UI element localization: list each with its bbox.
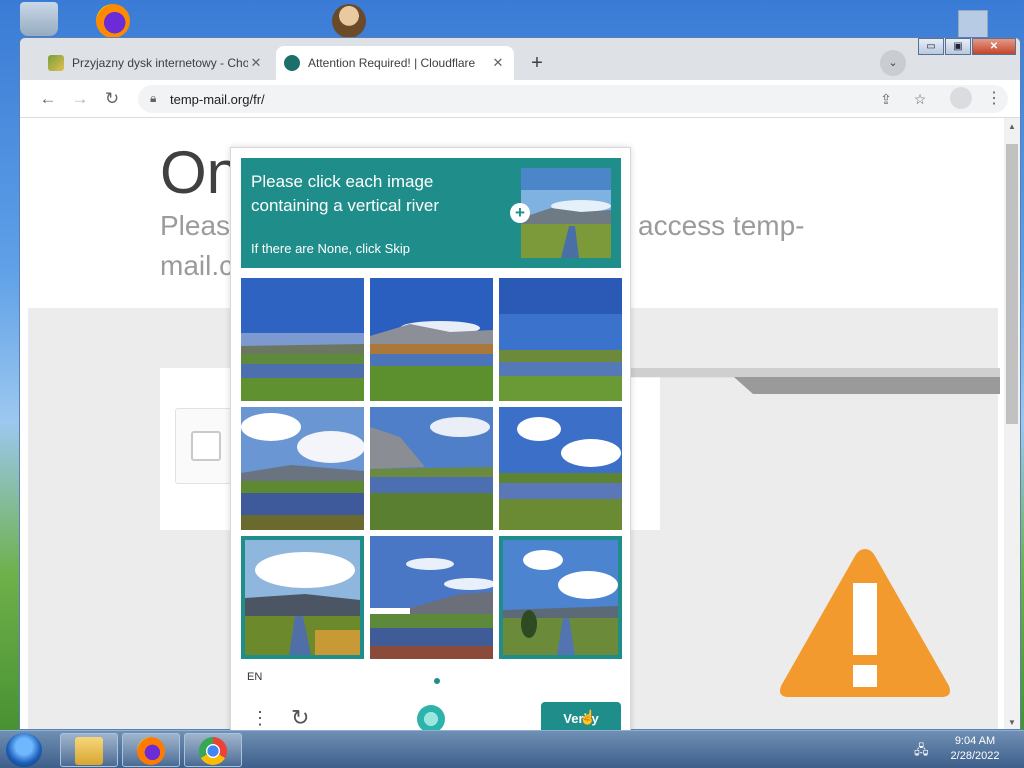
taskbar-chrome[interactable] — [184, 733, 242, 767]
user-desktop-icon[interactable] — [332, 4, 366, 38]
image-grid — [241, 278, 622, 659]
tab-attention-required[interactable]: Attention Required! | Cloudflare ✕ — [276, 46, 514, 80]
share-icon[interactable]: ⇪ — [876, 89, 896, 109]
site-favicon-icon — [48, 55, 64, 71]
folder-icon — [75, 737, 103, 765]
image-tile-5[interactable] — [370, 407, 493, 530]
tab-close-icon[interactable]: ✕ — [248, 55, 264, 71]
subtitle-right: access temp- — [638, 210, 805, 241]
hcaptcha-challenge: Please click each image containing a ver… — [230, 147, 631, 737]
image-tile-1[interactable] — [241, 278, 364, 401]
scroll-down-arrow-icon[interactable]: ▼ — [1007, 718, 1017, 727]
taskbar: 🖧︎ 9:04 AM 2/28/2022 — [0, 730, 1024, 768]
hcaptcha-checkbox-widget[interactable] — [175, 408, 235, 484]
network-tray-icon[interactable]: 🖧︎ — [914, 741, 930, 757]
decorative-bar-light — [620, 368, 1000, 377]
challenge-prompt: Please click each image containing a ver… — [251, 172, 440, 215]
kebab-menu-icon[interactable]: ⋮ — [984, 87, 1004, 111]
image-tile-6[interactable] — [499, 407, 622, 530]
sample-image — [521, 168, 611, 258]
minimize-button[interactable]: ▭ — [918, 38, 944, 55]
image-tile-9[interactable] — [499, 536, 622, 659]
language-selector[interactable]: EN — [247, 671, 262, 683]
back-arrow-icon[interactable]: ← — [36, 87, 60, 111]
scroll-thumb[interactable] — [1006, 144, 1018, 424]
start-button[interactable] — [6, 733, 42, 767]
hand-cursor-icon: ☝ — [579, 709, 597, 725]
page-indicator-dot — [434, 678, 440, 684]
image-tile-2[interactable] — [370, 278, 493, 401]
taskbar-explorer[interactable] — [60, 733, 118, 767]
page-heading: On — [160, 139, 241, 206]
hcaptcha-logo-icon[interactable] — [417, 705, 445, 733]
new-tab-button[interactable]: + — [524, 51, 550, 77]
tab-title: Attention Required! | Cloudflare — [308, 56, 476, 70]
address-bar[interactable]: 🔒︎ temp-mail.org/fr/ ⇪ ☆ — [138, 85, 1008, 113]
firefox-icon — [137, 737, 165, 765]
checkbox[interactable] — [191, 431, 221, 461]
skip-hint: If there are None, click Skip — [251, 241, 410, 256]
tab-title: Przyjazny dysk internetowy - Chom — [72, 56, 248, 70]
recycle-bin-icon[interactable] — [20, 2, 58, 36]
taskbar-firefox[interactable] — [122, 733, 180, 767]
image-tile-4[interactable] — [241, 407, 364, 530]
image-tile-7[interactable] — [241, 536, 364, 659]
browser-toolbar: ← → ↻ 🔒︎ temp-mail.org/fr/ ⇪ ☆ ⋮ — [20, 80, 1020, 118]
window-controls: ▭ ▣ ✕ — [917, 38, 1016, 55]
tab-strip: Przyjazny dysk internetowy - Chom ✕ Atte… — [20, 38, 1020, 80]
system-clock[interactable]: 9:04 AM 2/28/2022 — [940, 734, 1010, 764]
maximize-button[interactable]: ▣ — [945, 38, 971, 55]
tab-close-icon[interactable]: ✕ — [490, 55, 506, 71]
bookmark-star-icon[interactable]: ☆ — [910, 89, 930, 109]
forward-arrow-icon[interactable]: → — [68, 87, 92, 111]
refresh-icon[interactable]: ↻ — [291, 705, 309, 731]
zoom-plus-icon[interactable]: + — [510, 203, 530, 223]
image-tile-8[interactable] — [370, 536, 493, 659]
warning-triangle-icon — [780, 549, 950, 697]
scroll-up-arrow-icon[interactable]: ▲ — [1007, 122, 1017, 131]
clock-time: 9:04 AM — [954, 735, 996, 747]
menu-dots-icon[interactable]: ⋮ — [251, 708, 269, 729]
lock-icon[interactable]: 🔒︎ — [150, 91, 156, 106]
tab-przyjazny-dysk[interactable]: Przyjazny dysk internetowy - Chom ✕ — [40, 46, 272, 80]
profile-avatar-icon[interactable] — [950, 87, 972, 109]
firefox-desktop-icon[interactable] — [96, 4, 130, 38]
url-text[interactable]: temp-mail.org/fr/ — [170, 92, 265, 107]
chrome-icon — [199, 737, 227, 765]
clock-date: 2/28/2022 — [950, 750, 1000, 762]
challenge-header: Please click each image containing a ver… — [241, 158, 621, 268]
tab-search-button[interactable]: ⌄ — [880, 50, 906, 76]
subtitle-line2: mail.c — [160, 250, 234, 281]
page-scrollbar[interactable]: ▲ ▼ — [1004, 118, 1020, 729]
close-window-button[interactable]: ✕ — [972, 38, 1016, 55]
cloudflare-favicon-icon — [284, 55, 300, 71]
image-tile-3[interactable] — [499, 278, 622, 401]
reload-icon[interactable]: ↻ — [100, 87, 124, 111]
